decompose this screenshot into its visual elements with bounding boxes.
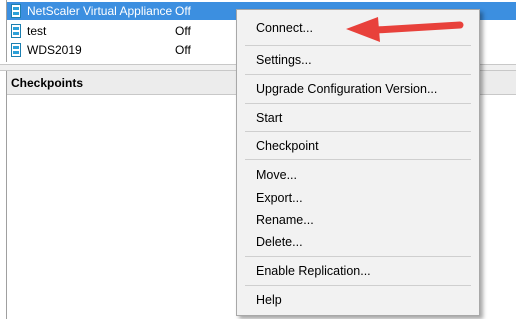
red-arrow-annotation <box>346 17 464 42</box>
vm-state: Off <box>175 4 191 18</box>
menu-separator <box>245 285 471 286</box>
vm-state: Off <box>175 24 191 38</box>
menu-item-settings[interactable]: Settings... <box>237 49 479 71</box>
arrow-head <box>346 17 380 42</box>
menu-item-rename[interactable]: Rename... <box>237 209 479 231</box>
context-menu: Connect... Settings... Upgrade Configura… <box>236 9 480 316</box>
menu-item-checkpoint[interactable]: Checkpoint <box>237 135 479 157</box>
vm-state: Off <box>175 43 191 57</box>
vm-name: NetScaler Virtual Appliance <box>27 4 173 18</box>
vm-name: WDS2019 <box>27 43 82 57</box>
virtual-machine-icon <box>11 24 21 38</box>
menu-separator <box>245 74 471 75</box>
menu-item-enable-replication[interactable]: Enable Replication... <box>237 260 479 282</box>
menu-item-help[interactable]: Help <box>237 289 479 311</box>
menu-separator <box>245 131 471 132</box>
menu-separator <box>245 159 471 160</box>
menu-item-export[interactable]: Export... <box>237 187 479 209</box>
menu-separator <box>245 256 471 257</box>
menu-item-start[interactable]: Start <box>237 107 479 129</box>
menu-separator <box>245 103 471 104</box>
vm-name: test <box>27 24 47 38</box>
menu-item-delete[interactable]: Delete... <box>237 231 479 253</box>
menu-item-move[interactable]: Move... <box>237 164 479 186</box>
arrow-shaft <box>372 21 464 34</box>
virtual-machine-icon <box>11 4 21 18</box>
virtual-machine-icon <box>11 43 21 57</box>
menu-item-upgrade-configuration[interactable]: Upgrade Configuration Version... <box>237 78 479 100</box>
